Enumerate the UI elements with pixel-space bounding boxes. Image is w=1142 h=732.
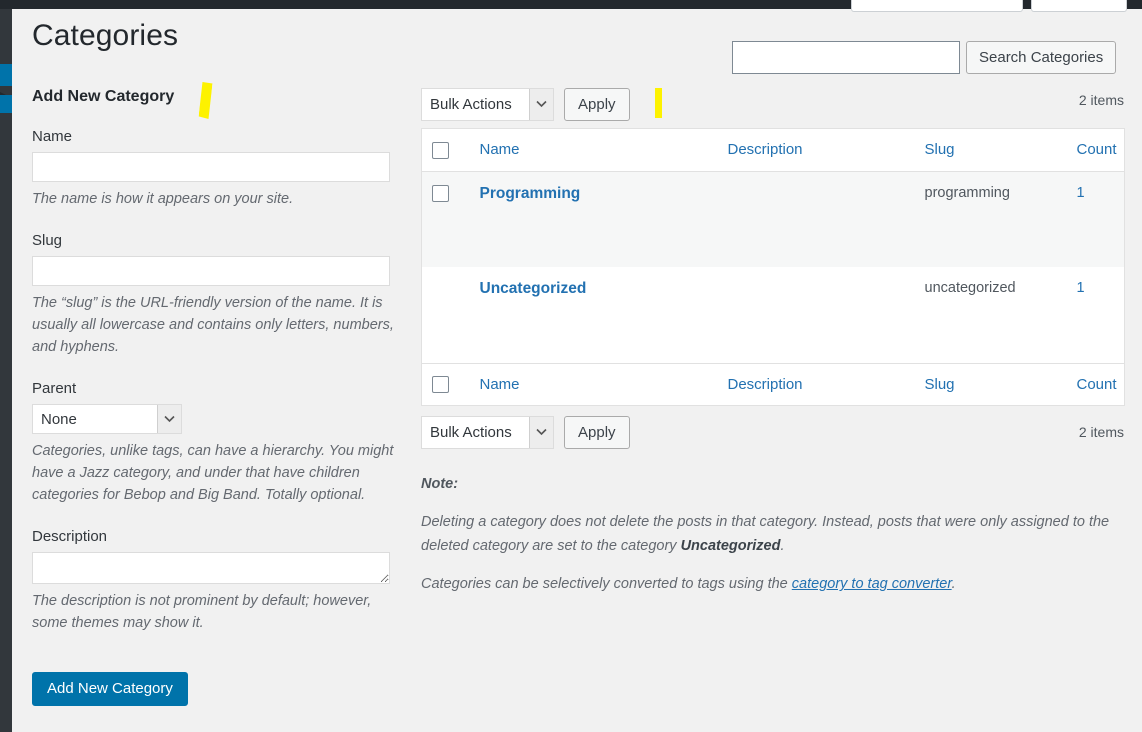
- category-name-link[interactable]: Uncategorized: [480, 280, 587, 297]
- add-new-category-form: Add New Category Name The name is how it…: [32, 88, 394, 706]
- parent-description: Categories, unlike tags, can have a hier…: [32, 443, 394, 503]
- bulk-actions-select-bottom[interactable]: Bulk Actions: [421, 415, 554, 449]
- note-p2-a: Categories can be selectively converted …: [421, 576, 792, 593]
- row-count-cell: 1: [1066, 171, 1125, 268]
- category-list-panel: Bulk Actions Apply Name Description Slug: [421, 86, 1125, 610]
- screen-options-tab[interactable]: [851, 0, 1023, 12]
- row-description-cell: [718, 267, 915, 363]
- column-header-name[interactable]: Name: [469, 128, 718, 172]
- name-label: Name: [32, 128, 73, 145]
- tablenav-top: Bulk Actions Apply: [421, 86, 1124, 122]
- select-all-checkbox[interactable]: [432, 141, 449, 159]
- bulk-actions-select-top[interactable]: Bulk Actions: [421, 87, 554, 121]
- slug-input[interactable]: [32, 256, 390, 286]
- admin-menu-active-marker-lower: [0, 95, 12, 113]
- column-footer-slug[interactable]: Slug: [914, 363, 1067, 406]
- admin-menu-top-segment: [0, 9, 12, 64]
- note-block: Note: Deleting a category does not delet…: [421, 472, 1124, 596]
- row-count-cell: 1: [1067, 267, 1125, 363]
- description-textarea[interactable]: [32, 552, 390, 584]
- column-footer-name[interactable]: Name: [469, 363, 718, 406]
- table-row: Uncategorized uncategorized 1: [422, 267, 1125, 363]
- admin-screen: Categories Search Categories Add New Cat…: [0, 0, 1142, 732]
- table-head: Name Description Slug Count: [421, 128, 1125, 172]
- name-description: The name is how it appears on your site.: [32, 191, 294, 207]
- note-p1-bold: Uncategorized: [680, 538, 781, 555]
- row-checkbox-cell: [422, 267, 470, 363]
- column-footer-description[interactable]: Description: [717, 363, 915, 406]
- table-header-row: Name Description Slug Count: [421, 128, 1125, 172]
- chevron-down-icon: [529, 88, 553, 120]
- items-count-top: 2 items: [1078, 92, 1124, 108]
- admin-menu-active-marker: [0, 64, 12, 86]
- row-name-cell: Uncategorized: [470, 267, 718, 363]
- category-count-link[interactable]: 1: [1077, 280, 1085, 296]
- column-header-count[interactable]: Count: [1066, 128, 1125, 172]
- row-checkbox-cell[interactable]: [421, 171, 470, 268]
- note-paragraph-2: Categories can be selectively converted …: [421, 572, 1124, 596]
- chevron-down-icon: [157, 405, 181, 433]
- column-footer-count[interactable]: Count: [1066, 363, 1125, 406]
- select-all-checkbox-footer[interactable]: [432, 376, 449, 394]
- category-to-tag-converter-link[interactable]: category to tag converter: [792, 576, 952, 592]
- description-label: Description: [32, 528, 108, 545]
- table-row: Programming programming 1: [421, 171, 1125, 268]
- apply-button-top[interactable]: Apply: [564, 87, 630, 121]
- note-p2-b: .: [951, 576, 956, 593]
- description-help: The description is not prominent by defa…: [32, 593, 372, 631]
- page-title: Categories: [32, 19, 179, 53]
- categories-table: Name Description Slug Count Programming …: [421, 128, 1125, 407]
- category-name-link[interactable]: Programming: [480, 185, 581, 202]
- row-slug-cell: uncategorized: [924, 280, 1016, 297]
- search-categories-button[interactable]: Search Categories: [966, 41, 1117, 74]
- parent-label: Parent: [32, 380, 77, 397]
- parent-select-value: None: [41, 410, 77, 428]
- chevron-down-icon: [529, 416, 553, 448]
- parent-select[interactable]: None: [32, 404, 182, 434]
- row-slug-cell: programming: [914, 171, 1067, 268]
- table-body: Programming programming 1 Uncategorized …: [421, 171, 1125, 363]
- slug-description: The “slug” is the URL-friendly version o…: [32, 295, 394, 355]
- admin-menu-rail[interactable]: [0, 0, 12, 732]
- column-header-description[interactable]: Description: [717, 128, 915, 172]
- bulk-actions-value-bottom: Bulk Actions: [430, 423, 512, 441]
- table-footer-row: Name Description Slug Count: [421, 363, 1125, 406]
- bulk-actions-value-top: Bulk Actions: [430, 95, 512, 113]
- row-description-cell: [717, 171, 915, 268]
- select-all-footer[interactable]: [421, 363, 470, 406]
- category-count-link[interactable]: 1: [1077, 185, 1085, 201]
- row-name-cell: Programming: [469, 171, 718, 268]
- add-new-category-submit[interactable]: Add New Category: [32, 672, 188, 706]
- apply-button-bottom[interactable]: Apply: [564, 415, 630, 449]
- row-checkbox[interactable]: [432, 184, 449, 202]
- name-input[interactable]: [32, 152, 390, 182]
- select-all-header[interactable]: [421, 128, 470, 172]
- tablenav-bottom: Bulk Actions Apply 2 items: [421, 414, 1124, 450]
- table-foot: Name Description Slug Count: [421, 363, 1125, 406]
- search-box: Search Categories: [732, 41, 1117, 74]
- highlight-annotation-bulk: [655, 88, 662, 118]
- help-tab[interactable]: [1031, 0, 1127, 12]
- search-input[interactable]: [732, 41, 960, 74]
- note-paragraph-1: Deleting a category does not delete the …: [421, 510, 1124, 558]
- items-count-bottom: 2 items: [1078, 424, 1124, 441]
- column-header-slug[interactable]: Slug: [914, 128, 1067, 172]
- admin-menu-body: [0, 113, 12, 732]
- note-label: Note:: [421, 476, 459, 493]
- slug-label: Slug: [32, 232, 63, 249]
- note-p1-b: .: [780, 538, 785, 555]
